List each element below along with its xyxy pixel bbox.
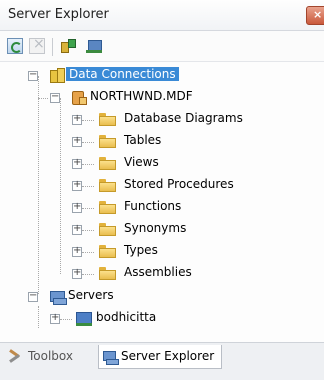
- collapse-toggle[interactable]: −: [28, 290, 38, 302]
- tree-node-folder[interactable]: + Functions: [0, 197, 324, 219]
- close-icon: ×: [313, 8, 323, 21]
- expand-toggle[interactable]: +: [50, 312, 60, 324]
- tree-node-folder[interactable]: + Assemblies: [0, 263, 324, 285]
- expand-toggle[interactable]: +: [72, 135, 82, 147]
- toolbar-separator: [52, 38, 53, 56]
- toolbar: [0, 31, 324, 62]
- tab-label: Toolbox: [28, 349, 73, 363]
- tab-label: Server Explorer: [121, 349, 215, 363]
- stop-icon: [29, 36, 45, 54]
- tree-node-folder[interactable]: + Types: [0, 241, 324, 263]
- tree-node-folder[interactable]: + Database Diagrams: [0, 109, 324, 131]
- expand-toggle[interactable]: +: [72, 179, 82, 191]
- tree-guide-line: [82, 230, 94, 231]
- collapse-toggle[interactable]: −: [50, 91, 60, 103]
- tree-guide-line: [60, 319, 72, 320]
- connect-database-icon[interactable]: [60, 38, 76, 54]
- tree-guide-line: [82, 208, 94, 209]
- tree-node-folder[interactable]: + Stored Procedures: [0, 175, 324, 197]
- tree-node-server[interactable]: + bodhicitta: [0, 308, 324, 330]
- expand-toggle[interactable]: +: [72, 201, 82, 213]
- close-button[interactable]: ×: [306, 6, 324, 25]
- expand-toggle[interactable]: +: [72, 245, 82, 257]
- connect-server-icon[interactable]: [86, 38, 102, 54]
- tree-node-label: Types: [124, 243, 158, 257]
- tree-guide-line: [82, 252, 94, 253]
- server-explorer-icon: [103, 351, 119, 365]
- folder-icon: [99, 113, 116, 126]
- server-icon: [76, 311, 92, 326]
- folder-icon: [99, 223, 116, 236]
- tree-guide-line: [82, 142, 94, 143]
- expand-toggle[interactable]: +: [72, 223, 82, 235]
- expand-toggle[interactable]: +: [72, 267, 82, 279]
- tree-guide-line: [38, 98, 48, 99]
- tree-node-servers[interactable]: − Servers: [0, 286, 324, 308]
- tree-node-label: Synonyms: [124, 221, 187, 235]
- tree-node-data-connections[interactable]: − Data Connections: [0, 65, 324, 87]
- data-connections-icon: [50, 67, 65, 83]
- expand-toggle[interactable]: +: [72, 113, 82, 125]
- toolbox-icon: [8, 351, 22, 363]
- tree-node-label: Views: [124, 155, 159, 169]
- bottom-tab-strip: Toolbox Server Explorer: [0, 342, 324, 380]
- tree-node-label: Stored Procedures: [124, 177, 234, 191]
- tree-guide-line: [82, 164, 94, 165]
- tree-node-label: Data Connections: [66, 67, 179, 81]
- server-explorer-tree: − Data Connections − NORTHWND.MDF + Data…: [0, 62, 324, 342]
- folder-icon: [99, 179, 116, 192]
- tree-node-label: Tables: [124, 133, 162, 147]
- tree-node-database[interactable]: − NORTHWND.MDF: [0, 87, 324, 109]
- folder-icon: [99, 245, 116, 258]
- tree-guide-line: [82, 120, 94, 121]
- tree-node-label: Database Diagrams: [124, 111, 243, 125]
- tree-node-label: Functions: [124, 199, 182, 213]
- tree-guide-line: [82, 274, 94, 275]
- folder-icon: [99, 157, 116, 170]
- refresh-icon[interactable]: [7, 38, 23, 54]
- database-icon: [72, 89, 87, 105]
- folder-icon: [99, 267, 116, 280]
- folder-icon: [99, 201, 116, 214]
- tree-node-label: bodhicitta: [96, 310, 157, 324]
- tree-node-label: NORTHWND.MDF: [90, 89, 193, 103]
- server-explorer-window: Server Explorer × − Data Connections − N…: [0, 0, 324, 380]
- folder-icon: [99, 135, 116, 148]
- tree-node-label: Servers: [68, 288, 114, 302]
- expand-toggle[interactable]: +: [72, 157, 82, 169]
- tree-node-folder[interactable]: + Views: [0, 153, 324, 175]
- tree-node-folder[interactable]: + Tables: [0, 131, 324, 153]
- tree-node-folder[interactable]: + Synonyms: [0, 219, 324, 241]
- collapse-toggle[interactable]: −: [28, 69, 38, 81]
- servers-icon: [50, 289, 67, 305]
- title-bar: Server Explorer ×: [0, 0, 324, 31]
- tab-toolbox[interactable]: Toolbox: [4, 345, 96, 369]
- tree-guide-line: [82, 186, 94, 187]
- tree-node-label: Assemblies: [124, 265, 192, 279]
- tab-server-explorer[interactable]: Server Explorer: [98, 345, 222, 369]
- window-title: Server Explorer: [8, 7, 109, 22]
